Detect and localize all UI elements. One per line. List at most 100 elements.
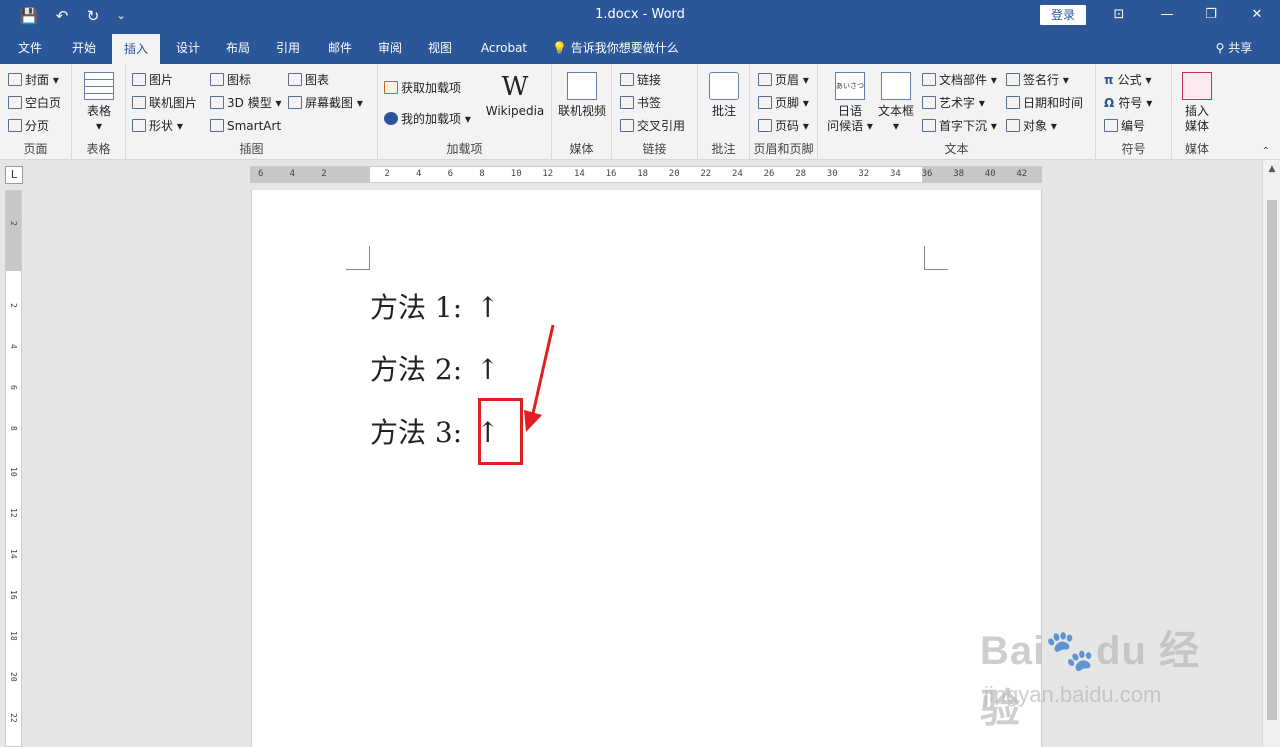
watermark-url: jingyan.baidu.com (984, 682, 1162, 707)
signature-icon (1006, 73, 1020, 86)
restore-button[interactable]: ❐ (1196, 5, 1226, 25)
tab-review[interactable]: 审阅 (368, 32, 412, 64)
ruler-tick-label: 14 (574, 169, 585, 179)
my-addins-button[interactable]: 我的加载项 ▾ (384, 109, 471, 129)
bookmark-icon (620, 96, 634, 109)
tab-insert[interactable]: 插入 (112, 34, 160, 64)
online-picture-icon (132, 96, 146, 109)
tab-file[interactable]: 文件 (8, 32, 52, 64)
tell-me-search[interactable]: 💡 告诉我你想要做什么 (552, 32, 684, 64)
numbering-button[interactable]: 编号 (1104, 116, 1145, 136)
greeting-button[interactable]: あいさつ 日语 问候语 ▾ (824, 72, 876, 134)
scroll-thumb[interactable] (1267, 200, 1277, 720)
table-button[interactable]: 表格 ▾ (80, 72, 118, 134)
signature-line-button[interactable]: 签名行 ▾ (1006, 70, 1069, 90)
wordart-button[interactable]: 艺术字 ▾ (922, 93, 985, 113)
group-label-pages: 页面 (23, 142, 48, 156)
get-addins-button[interactable]: 获取加载项 (384, 78, 461, 98)
ruler-tick-label: 34 (890, 169, 901, 179)
bookmark-button[interactable]: 书签 (620, 93, 661, 113)
document-line[interactable]: 方法 1: ↑ (370, 286, 500, 326)
share-button[interactable]: ⚲ 共享 (1210, 32, 1258, 64)
vertical-ruler-tick-label: 16 (9, 590, 18, 600)
symbol-button[interactable]: Ω 符号 ▾ (1104, 93, 1152, 113)
ruler-tick-label: 40 (984, 169, 996, 179)
quick-parts-button[interactable]: 文档部件 ▾ (922, 70, 997, 90)
wikipedia-label: Wikipedia (485, 104, 545, 118)
textbox-button[interactable]: 文本框 ▾ (876, 72, 916, 134)
chart-button[interactable]: 图表 (288, 70, 329, 90)
screenshot-button[interactable]: 屏幕截图 ▾ (288, 93, 363, 113)
drop-cap-button[interactable]: 首字下沉 ▾ (922, 116, 997, 136)
page-break-label: 分页 (25, 119, 50, 133)
tab-view[interactable]: 视图 (418, 32, 462, 64)
wikipedia-button[interactable]: W Wikipedia (482, 72, 548, 119)
3d-models-label: 3D 模型 (227, 96, 272, 110)
tab-layout[interactable]: 布局 (216, 32, 260, 64)
get-addins-label: 获取加载项 (401, 81, 462, 95)
wordart-label: 艺术字 (939, 96, 976, 110)
minimize-button[interactable]: — (1152, 5, 1182, 25)
insert-media-button[interactable]: 插入 媒体 (1176, 72, 1218, 134)
date-time-label: 日期和时间 (1023, 96, 1084, 110)
object-icon (1006, 119, 1020, 132)
store-icon (384, 81, 398, 94)
vertical-ruler-tick-label: 6 (9, 385, 18, 390)
crop-mark-top-left (346, 246, 370, 270)
tab-mailings[interactable]: 邮件 (318, 32, 362, 64)
group-text: あいさつ 日语 问候语 ▾ 文本框 ▾ 文档部件 ▾ 艺术字 ▾ 首字下沉 ▾ 签… (818, 64, 1096, 160)
tab-design[interactable]: 设计 (166, 32, 210, 64)
online-pictures-button[interactable]: 联机图片 (132, 93, 197, 113)
document-line[interactable]: 方法 2: ↑ (370, 348, 500, 388)
tab-acrobat[interactable]: Acrobat (474, 32, 534, 64)
page-break-button[interactable]: 分页 (8, 116, 49, 136)
date-time-button[interactable]: 日期和时间 (1006, 93, 1083, 113)
online-video-button[interactable]: 联机视频 (554, 72, 610, 119)
cross-reference-button[interactable]: 交叉引用 (620, 116, 685, 136)
footer-icon (758, 96, 772, 109)
ribbon-display-icon[interactable]: ⊡ (1104, 5, 1134, 25)
watermark-logo: Bai🐾du 经验 (980, 629, 1201, 731)
close-button[interactable]: ✕ (1242, 5, 1272, 25)
page-number-button[interactable]: 页码 ▾ (758, 116, 809, 136)
vertical-ruler[interactable]: 2 2 4 6 8 10 12 14 16 18 20 22 (5, 190, 22, 747)
screenshot-label: 屏幕截图 (305, 96, 354, 110)
blank-page-button[interactable]: 空白页 (8, 93, 61, 113)
footer-button[interactable]: 页脚 ▾ (758, 93, 809, 113)
tab-references[interactable]: 引用 (266, 32, 310, 64)
group-label-links: 链接 (642, 142, 667, 156)
icons-button[interactable]: 图标 (210, 70, 251, 90)
cover-page-icon (8, 73, 22, 86)
annotation-arrow (524, 324, 555, 432)
greeting-label: 日语 问候语 (827, 104, 864, 133)
horizontal-ruler[interactable]: 6 4 2 2 4 6 8 10 12 14 16 18 20 22 24 26 28 30 32 34 36 38 40 4… (250, 166, 1042, 183)
vertical-ruler-tick-label: 14 (9, 549, 18, 559)
header-button[interactable]: 页眉 ▾ (758, 70, 809, 90)
pictures-button[interactable]: 图片 (132, 70, 173, 90)
object-button[interactable]: 对象 ▾ (1006, 116, 1057, 136)
scroll-up-icon[interactable]: ▲ (1263, 160, 1280, 178)
ruler-tick-label: 30 (826, 169, 838, 179)
3d-models-button[interactable]: 3D 模型 ▾ (210, 93, 282, 113)
tab-home[interactable]: 开始 (62, 32, 106, 64)
cover-page-button[interactable]: 封面 ▾ (8, 70, 59, 90)
login-button[interactable]: 登录 (1040, 5, 1086, 25)
link-button[interactable]: 链接 (620, 70, 661, 90)
equation-button[interactable]: π 公式 ▾ (1104, 70, 1152, 90)
wordart-icon (922, 96, 936, 109)
smartart-button[interactable]: SmartArt (210, 116, 281, 136)
calendar-icon (1006, 96, 1020, 109)
share-label: 共享 (1228, 41, 1253, 55)
collapse-ribbon-icon[interactable]: ⌃ (1262, 146, 1270, 157)
line-text: 方法 2: (370, 353, 463, 386)
comment-button[interactable]: 批注 (702, 72, 746, 119)
tab-selector[interactable]: L (5, 166, 23, 184)
ruler-tick-label: 24 (732, 169, 743, 179)
footer-label: 页脚 (775, 96, 800, 110)
document-page[interactable] (251, 190, 1042, 747)
group-illustrations: 图片 联机图片 形状 ▾ 图标 3D 模型 ▾ SmartArt 图表 屏幕截图… (126, 64, 378, 160)
shapes-button[interactable]: 形状 ▾ (132, 116, 183, 136)
vertical-scrollbar[interactable]: ▲ (1262, 160, 1280, 747)
ruler-tick-label: 26 (763, 169, 775, 179)
link-icon (620, 73, 634, 86)
